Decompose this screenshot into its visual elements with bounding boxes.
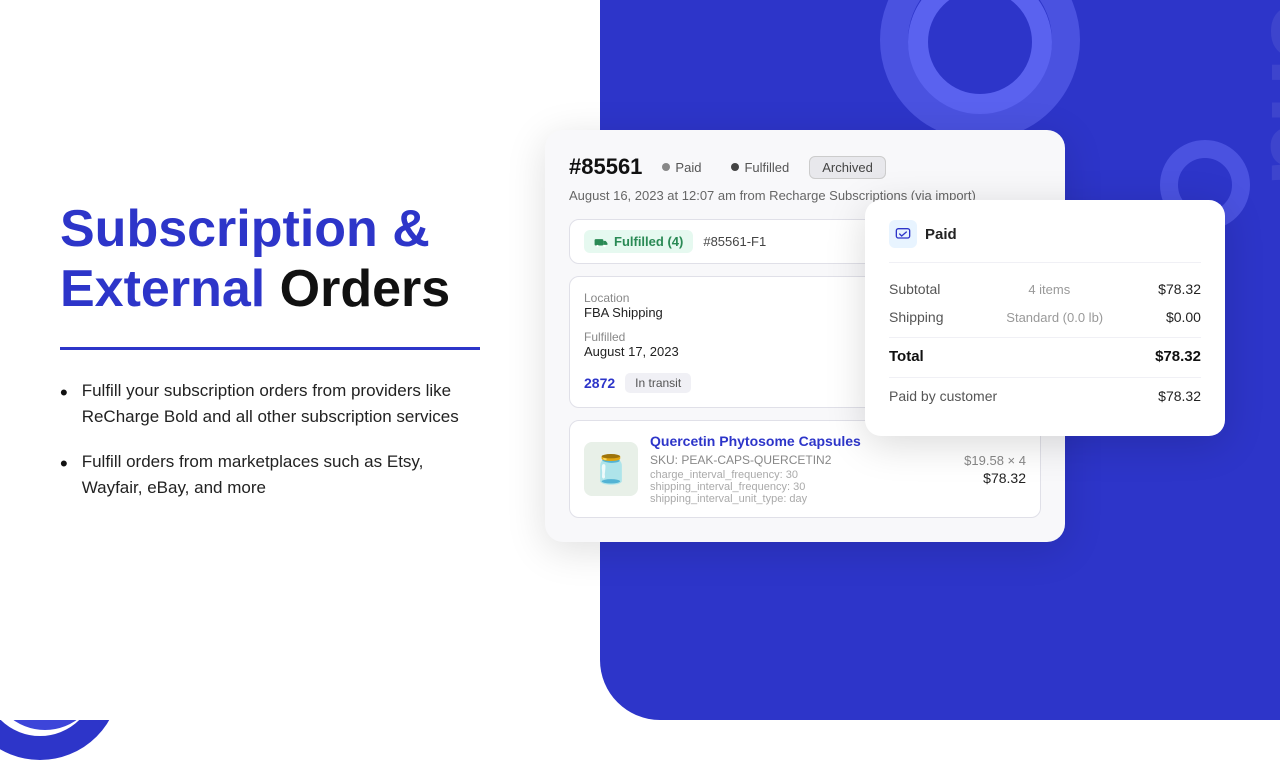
payment-divider-2 xyxy=(889,377,1201,378)
order-number: #85561 xyxy=(569,154,642,180)
product-info: Quercetin Phytosome Capsules SKU: PEAK-C… xyxy=(650,433,952,505)
product-emoji: 🫙 xyxy=(594,453,629,486)
tracking-link[interactable]: 2872 xyxy=(584,375,615,391)
paid-label: Paid xyxy=(675,160,701,175)
feature-item-2: Fulfill orders from marketplaces such as… xyxy=(60,449,480,500)
shipping-label: Shipping xyxy=(889,309,944,325)
shipping-method: Standard (0.0 lb) xyxy=(1006,310,1103,325)
product-meta-3: shipping_interval_unit_type: day xyxy=(650,493,952,505)
total-label: Total xyxy=(889,348,924,365)
fulfillment-badge: Fulfilled (4) xyxy=(584,230,693,253)
product-meta-1: charge_interval_frequency: 30 xyxy=(650,469,952,481)
subtotal-row: Subtotal 4 items $78.32 xyxy=(889,281,1201,297)
heading-line2-blue: External xyxy=(60,260,265,318)
payment-divider-1 xyxy=(889,337,1201,338)
page-heading: Subscription & External Orders xyxy=(60,200,480,320)
fulfillment-label: Fulfilled (4) xyxy=(614,234,683,249)
transit-badge: In transit xyxy=(625,373,691,393)
archived-badge: Archived xyxy=(809,156,886,179)
subtotal-amount: $78.32 xyxy=(1158,281,1201,297)
quantity: 4 xyxy=(1019,453,1026,468)
subtotal-items: 4 items xyxy=(1028,282,1070,297)
heading-divider xyxy=(60,347,480,350)
total-amount: $78.32 xyxy=(1155,348,1201,365)
feature-item-1: Fulfill your subscription orders from pr… xyxy=(60,378,480,429)
checkmark-icon xyxy=(895,226,911,242)
paid-badge: Paid xyxy=(652,157,711,178)
product-sku: SKU: PEAK-CAPS-QUERCETIN2 xyxy=(650,453,952,467)
payment-header: Paid xyxy=(889,220,1201,263)
unit-price: $19.58 xyxy=(964,453,1004,468)
paid-by-label: Paid by customer xyxy=(889,388,997,404)
order-header: #85561 Paid Fulfilled Archived xyxy=(569,154,1041,180)
fulfillment-id: #85561-F1 xyxy=(703,234,766,249)
fulfilled-badge: Fulfilled xyxy=(721,157,799,178)
payment-card: Paid Subtotal 4 items $78.32 Shipping St… xyxy=(865,200,1225,436)
paid-icon xyxy=(889,220,917,248)
paid-by-amount: $78.32 xyxy=(1158,388,1201,404)
left-panel: Subscription & External Orders Fulfill y… xyxy=(0,0,540,720)
heading-line1: Subscription & xyxy=(60,200,430,258)
shipping-row: Shipping Standard (0.0 lb) $0.00 xyxy=(889,309,1201,325)
fulfilled-label: Fulfilled xyxy=(744,160,789,175)
fulfilled-dot xyxy=(731,163,739,171)
subtotal-label: Subtotal xyxy=(889,281,940,297)
shipping-amount: $0.00 xyxy=(1166,309,1201,325)
paid-title: Paid xyxy=(925,226,957,243)
truck-icon xyxy=(594,235,608,249)
price-formula: $19.58 × 4 xyxy=(964,453,1026,468)
product-image: 🫙 xyxy=(584,442,638,496)
product-total: $78.32 xyxy=(964,470,1026,486)
feature-list: Fulfill your subscription orders from pr… xyxy=(60,378,480,520)
product-meta-2: shipping_interval_frequency: 30 xyxy=(650,481,952,493)
paid-dot xyxy=(662,163,670,171)
times-symbol: × xyxy=(1008,453,1019,468)
paid-by-row: Paid by customer $78.32 xyxy=(889,388,1201,404)
watermark-text: Bytefend xyxy=(1247,0,1280,184)
heading-line2-black: Orders xyxy=(265,260,450,318)
product-price: $19.58 × 4 $78.32 xyxy=(964,453,1026,486)
total-row: Total $78.32 xyxy=(889,348,1201,365)
